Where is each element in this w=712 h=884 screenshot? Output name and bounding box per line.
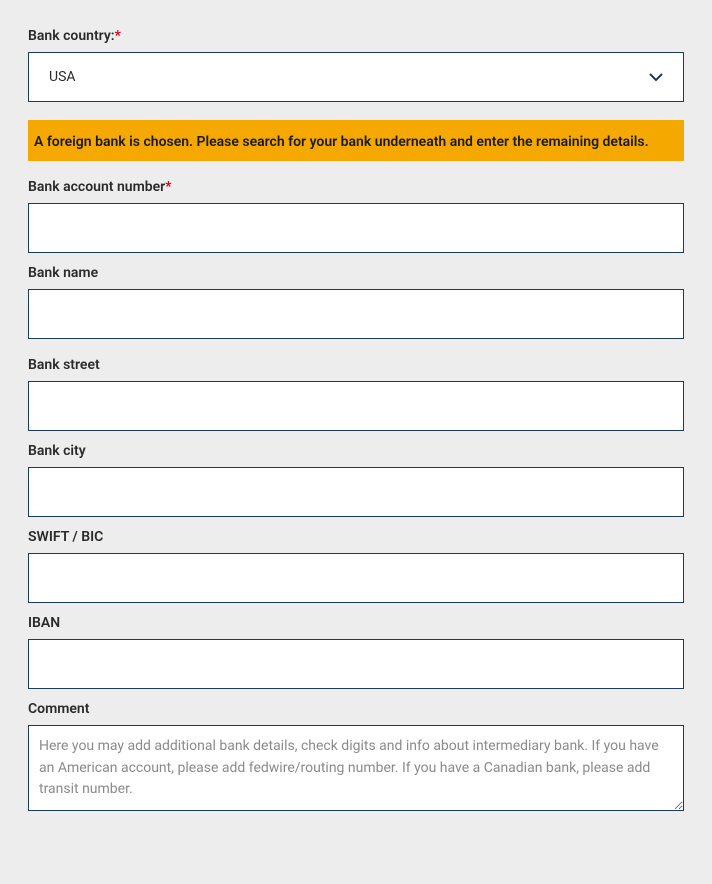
comment-textarea[interactable] [28, 725, 684, 811]
bank-country-label: Bank country:* [28, 28, 684, 44]
bank-name-group: Bank name [28, 265, 684, 339]
required-asterisk: * [165, 179, 171, 195]
chevron-down-icon [649, 70, 663, 84]
iban-label: IBAN [28, 615, 684, 631]
bank-country-select[interactable]: USA [28, 52, 684, 102]
required-asterisk: * [115, 28, 121, 44]
comment-label: Comment [28, 701, 684, 717]
iban-input[interactable] [28, 639, 684, 689]
bank-account-number-group: Bank account number* [28, 179, 684, 253]
bank-name-input[interactable] [28, 289, 684, 339]
foreign-bank-alert: A foreign bank is chosen. Please search … [28, 120, 684, 161]
bank-country-group: Bank country:* USA [28, 28, 684, 102]
swift-bic-input[interactable] [28, 553, 684, 603]
bank-city-label: Bank city [28, 443, 684, 459]
bank-account-number-label: Bank account number* [28, 179, 684, 195]
bank-city-input[interactable] [28, 467, 684, 517]
bank-street-input[interactable] [28, 381, 684, 431]
iban-group: IBAN [28, 615, 684, 689]
bank-account-number-input[interactable] [28, 203, 684, 253]
swift-bic-label: SWIFT / BIC [28, 529, 684, 545]
bank-country-value: USA [49, 69, 76, 85]
bank-street-group: Bank street [28, 357, 684, 431]
bank-name-label: Bank name [28, 265, 684, 281]
swift-bic-group: SWIFT / BIC [28, 529, 684, 603]
bank-street-label: Bank street [28, 357, 684, 373]
alert-message: A foreign bank is chosen. Please search … [34, 134, 649, 150]
bank-city-group: Bank city [28, 443, 684, 517]
comment-group: Comment [28, 701, 684, 815]
bank-account-number-label-text: Bank account number [28, 179, 165, 195]
bank-country-label-text: Bank country: [28, 28, 115, 44]
